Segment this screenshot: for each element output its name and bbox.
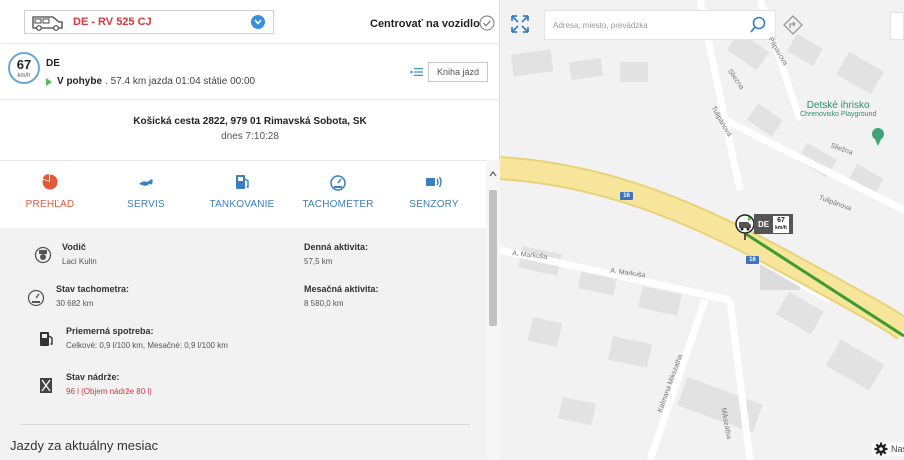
tab-prehlad[interactable]: PREHĽAD: [2, 161, 98, 229]
driver-label: Vodič: [62, 242, 86, 252]
vehicle-plate: DE - RV 525 CJ: [73, 16, 152, 28]
speedometer-icon: [27, 289, 45, 306]
tab-label: SERVIS: [127, 199, 165, 210]
scroll-up-icon[interactable]: [489, 170, 497, 178]
poi-subtitle: Chrenovisko Playground: [800, 111, 877, 118]
consumption-value: Celkové: 0,9 l/100 km, Mesačné: 0,9 l/10…: [66, 341, 228, 350]
fuel-pump-icon: [40, 332, 53, 346]
tank-label: Stav nádrže:: [66, 372, 120, 382]
settings-label: Nas: [891, 444, 904, 454]
tab-tachometer[interactable]: TACHOMETER: [290, 161, 386, 229]
address-time: dnes 7:10:28: [221, 131, 279, 142]
movement-status: V pohybe . 57.4 km jazda 01:04 státie 00…: [46, 76, 255, 87]
movement-details: . 57.4 km jazda 01:04 státie 00:00: [105, 76, 256, 87]
play-icon: [46, 77, 52, 86]
address-line: Košická cesta 2822, 979 01 Rimavská Sobo…: [133, 116, 367, 127]
vehicle-address: Košická cesta 2822, 979 01 Rimavská Sobo…: [0, 100, 500, 160]
tab-label: SENZORY: [409, 199, 459, 210]
monthly-activity: Mesačná aktivita: 8 580,0 km: [304, 284, 379, 308]
vehicle-map-label[interactable]: DE 67 km/h: [754, 214, 793, 234]
speed-badge: 67 km/h: [8, 52, 40, 84]
chevron-down-icon: [251, 15, 265, 29]
wrench-icon: [139, 179, 153, 186]
expand-map-icon[interactable]: [510, 14, 530, 34]
daily-activity-label: Denná aktivita:: [304, 242, 369, 252]
speedometer-icon: [330, 175, 346, 191]
app: DE - RV 525 CJ Centrovať na vozidlo 67 k…: [0, 0, 904, 460]
tab-tankovanie[interactable]: TANKOVANIE: [194, 161, 290, 229]
search-icon[interactable]: [749, 16, 767, 34]
pie-chart-icon: [42, 174, 58, 190]
route-icon[interactable]: [782, 14, 804, 36]
odometer-label: Stav tachometra:: [56, 284, 130, 294]
tab-label: PREHĽAD: [25, 199, 75, 210]
driver-value: Laci Kulin: [62, 257, 97, 266]
odometer-info: Stav tachometra: 30 682 km: [26, 284, 129, 308]
sensor-icon: [426, 176, 442, 188]
consumption-info: Priemerná spotreba: Celkové: 0,9 l/100 k…: [38, 326, 228, 350]
tank-value: 96 l (Objem nádrže 80 l): [66, 387, 152, 396]
monthly-activity-label: Mesačná aktivita:: [304, 284, 379, 294]
tank-info: Stav nádrže: 96 l (Objem nádrže 80 l): [38, 372, 152, 396]
speed-value: 67: [16, 57, 32, 72]
center-on-vehicle-label: Centrovať na vozidlo: [370, 18, 480, 30]
logbook-button[interactable]: Kniha jázd: [428, 62, 489, 82]
list-icon: [410, 68, 423, 76]
tab-label: TANKOVANIE: [209, 199, 275, 210]
tab-label: TACHOMETER: [302, 199, 374, 210]
vehicle-toolbar: DE - RV 525 CJ Centrovať na vozidlo: [0, 0, 500, 44]
map-search-input[interactable]: Adresa, miesto, prevádzka: [545, 21, 749, 30]
section-divider: [20, 424, 470, 425]
van-icon: [32, 16, 63, 31]
daily-activity-value: 57,5 km: [304, 257, 333, 266]
map-search: Adresa, miesto, prevádzka: [544, 10, 776, 40]
odometer-value: 30 682 km: [56, 299, 94, 308]
poi-name: Detské ihrisko: [806, 100, 870, 111]
vehicle-country: DE: [46, 58, 60, 69]
driver-icon: [34, 246, 52, 264]
overview-content: Vodič Laci Kulin Denná aktivita: 57,5 km…: [0, 228, 486, 460]
vehicle-select[interactable]: DE - RV 525 CJ: [24, 10, 274, 34]
fuel-pump-icon: [236, 175, 249, 189]
panel-scrollbar[interactable]: [486, 160, 500, 460]
gear-icon: [874, 442, 888, 456]
section-title: Jazdy za aktuálny mesiac: [10, 438, 159, 453]
center-on-vehicle-checkbox[interactable]: [479, 15, 495, 31]
vehicle-map-speed: 67 km/h: [773, 215, 789, 233]
vehicle-panel: DE - RV 525 CJ Centrovať na vozidlo 67 k…: [0, 0, 500, 460]
vehicle-status: 67 km/h DE V pohybe . 57.4 km jazda 01:0…: [0, 44, 500, 100]
map-view[interactable]: Adresa, miesto, prevádzka Detské ihrisko…: [500, 0, 904, 460]
vehicle-map-country: DE: [758, 219, 770, 229]
tab-servis[interactable]: SERVIS: [98, 161, 194, 229]
map-poi[interactable]: Detské ihrisko Chrenovisko Playground: [800, 100, 876, 118]
consumption-label: Priemerná spotreba:: [66, 326, 154, 336]
detail-tabs: PREHĽAD SERVIS TANKOVANIE TACHOMETER SEN…: [0, 160, 500, 228]
map-control-edge[interactable]: [890, 12, 904, 40]
scrollbar-thumb[interactable]: [489, 190, 497, 326]
vehicle-marker-icon[interactable]: [735, 214, 755, 240]
map-canvas: [500, 0, 904, 460]
movement-state: V pohybe: [57, 76, 103, 87]
monthly-activity-value: 8 580,0 km: [304, 299, 344, 308]
logbook: Kniha jázd: [410, 62, 489, 82]
fuel-tank-icon: [40, 378, 52, 393]
road-number-badge: 16: [620, 192, 633, 200]
tab-senzory[interactable]: SENZORY: [386, 161, 482, 229]
map-settings[interactable]: Nas: [872, 442, 904, 456]
speed-unit: km/h: [17, 73, 31, 79]
road-number-badge: 16: [746, 256, 759, 264]
daily-activity: Denná aktivita: 57,5 km: [304, 242, 368, 266]
driver-info: Vodič Laci Kulin: [34, 242, 97, 266]
